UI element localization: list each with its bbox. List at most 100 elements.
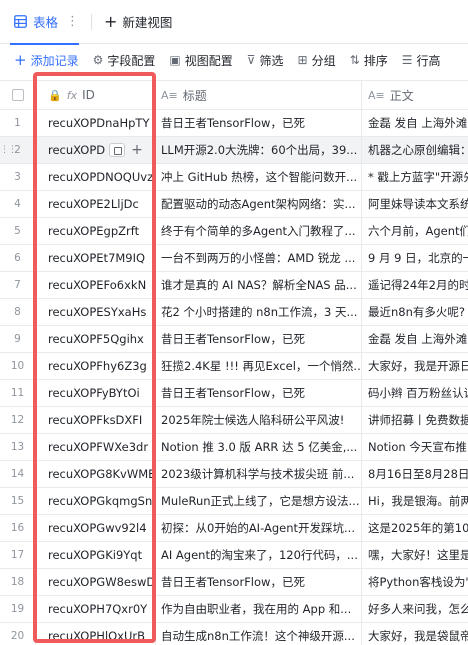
view-config-button[interactable]: ▣ 视图配置 <box>169 52 232 69</box>
row-number[interactable]: 6 <box>0 245 36 271</box>
title-cell[interactable]: 一台不到两万的小怪兽：AMD 锐龙 ... <box>156 245 362 271</box>
id-cell[interactable]: recuXOPGW8eswD <box>36 569 156 595</box>
row-number[interactable]: 17 <box>0 542 36 568</box>
body-cell[interactable]: * 戳上方蓝字"开源先 <box>362 164 468 190</box>
body-cell[interactable]: 遥记得24年2月的时 <box>362 272 468 298</box>
row-number[interactable]: 14 <box>0 461 36 487</box>
column-header-body[interactable]: A≡ 正文 <box>362 81 468 109</box>
title-cell[interactable]: 花2 个小时搭建的 n8n工作流，3 天... <box>156 299 362 325</box>
row-number[interactable]: 10 <box>0 353 36 379</box>
title-cell[interactable]: 自动生成n8n工作流！这个神级开源... <box>156 623 362 645</box>
table-row[interactable]: 5 recuXOPEgpZrft 终于有个简单的多Agent入门教程了... 六个月前… <box>0 218 468 245</box>
table-row[interactable]: 18 recuXOPGW8eswD 昔日王者TensorFlow，已死 将Python… <box>0 569 468 596</box>
title-cell[interactable]: 配置驱动的动态Agent架构网络：实... <box>156 191 362 217</box>
row-number[interactable]: 12 <box>0 407 36 433</box>
add-record-button[interactable]: + 添加记录 <box>14 51 79 69</box>
table-row[interactable]: 11 recuXOPFyBYtOi 昔日王者TensorFlow，已死 码小辫 百万粉… <box>0 380 468 407</box>
row-number[interactable]: 8 <box>0 299 36 325</box>
title-cell[interactable]: 终于有个简单的多Agent入门教程了... <box>156 218 362 244</box>
title-cell[interactable]: 2025年院士候选人陷科研公平风波! <box>156 407 362 433</box>
body-cell[interactable]: 金磊 发自 上海外滩 <box>362 326 468 352</box>
body-cell[interactable]: 阿里妹导读本文系统 <box>362 191 468 217</box>
drag-handle-icon[interactable]: ⋮⋮ <box>0 145 17 155</box>
row-number[interactable]: 4 <box>0 191 36 217</box>
body-cell[interactable]: 8月16日至8月28日 <box>362 461 468 487</box>
new-view-button[interactable]: + 新建视图 <box>98 12 178 31</box>
title-cell[interactable]: 狂揽2.4K星 !!! 再见Excel，一个悄然... <box>156 353 362 379</box>
table-row[interactable]: 6 recuXOPEt7M9IQ 一台不到两万的小怪兽：AMD 锐龙 ... 9 月 … <box>0 245 468 272</box>
row-number[interactable]: 1 <box>0 110 36 136</box>
title-cell[interactable]: 昔日王者TensorFlow，已死 <box>156 569 362 595</box>
table-row[interactable]: 4 recuXOPE2LljDc 配置驱动的动态Agent架构网络：实... 阿里妹导… <box>0 191 468 218</box>
body-cell[interactable]: Notion 今天宣布推出 <box>362 434 468 460</box>
id-cell[interactable]: recuXOPEFo6xkN <box>36 272 156 298</box>
title-cell[interactable]: 初探：从0开始的AI-Agent开发踩坑... <box>156 515 362 541</box>
select-all-checkbox[interactable] <box>11 89 24 101</box>
table-row[interactable]: 16 recuXOPGwv92l4 初探：从0开始的AI-Agent开发踩坑... 这… <box>0 515 468 542</box>
body-cell[interactable]: 将Python客栈设为"星 <box>362 569 468 595</box>
id-cell[interactable]: recuXOPG8KvWME <box>36 461 156 487</box>
id-cell[interactable]: recuXOPD + <box>36 137 156 163</box>
table-row[interactable]: 12 recuXOPFksDXFI 2025年院士候选人陷科研公平风波! 讲师招募丨免… <box>0 407 468 434</box>
id-cell[interactable]: recuXOPHlOxUrB <box>36 623 156 645</box>
filter-button[interactable]: ⊽ 筛选 <box>247 52 284 69</box>
row-number[interactable]: 18 <box>0 569 36 595</box>
title-cell[interactable]: 冲上 GitHub 热榜，这个智能问数开... <box>156 164 362 190</box>
add-row-plus-icon[interactable]: + <box>131 142 143 158</box>
id-cell[interactable]: recuXOPFhy6Z3g <box>36 353 156 379</box>
table-row[interactable]: 17 recuXOPGKi9Yqt AI Agent的淘宝来了，120行代码，...… <box>0 542 468 569</box>
row-number[interactable]: 5 <box>0 218 36 244</box>
table-row[interactable]: 20 recuXOPHlOxUrB 自动生成n8n工作流！这个神级开源... 大家好，… <box>0 623 468 645</box>
title-cell[interactable]: 谁才是真的 AI NAS？解析全NAS 品... <box>156 272 362 298</box>
table-row[interactable]: 8 recuXOPESYxaHs 花2 个小时搭建的 n8n工作流，3 天... 最近… <box>0 299 468 326</box>
sort-button[interactable]: ⇅ 排序 <box>350 52 388 69</box>
body-cell[interactable]: 嘿，大家好！这里是 <box>362 542 468 568</box>
title-cell[interactable]: Notion 推 3.0 版 ARR 达 5 亿美金,... <box>156 434 362 460</box>
id-cell[interactable]: recuXOPGwv92l4 <box>36 515 156 541</box>
title-cell[interactable]: LLM开源2.0大洗牌：60个出局，39... <box>156 137 362 163</box>
body-cell[interactable]: 9 月 9 日，北京的一 <box>362 245 468 271</box>
tab-table-view[interactable]: 表格 ⋮ <box>0 0 89 45</box>
column-header-id[interactable]: 🔒 fx ID <box>36 81 156 109</box>
row-number[interactable]: 15 <box>0 488 36 514</box>
table-row[interactable]: 19 recuXOPH7Qxr0Y 作为自由职业者，我在用的 App 和... 好多人… <box>0 596 468 623</box>
id-cell[interactable]: recuXOPFyBYtOi <box>36 380 156 406</box>
title-cell[interactable]: 昔日王者TensorFlow，已死 <box>156 110 362 136</box>
id-cell[interactable]: recuXOPDNOQUvz <box>36 164 156 190</box>
title-cell[interactable]: 昔日王者TensorFlow，已死 <box>156 380 362 406</box>
select-all-cell[interactable] <box>0 81 36 109</box>
group-button[interactable]: ⊞ 分组 <box>298 52 336 69</box>
table-row[interactable]: 1 recuXOPDnaHpTY 昔日王者TensorFlow，已死 金磊 发自 上海… <box>0 110 468 137</box>
row-number[interactable]: 3 <box>0 164 36 190</box>
table-row[interactable]: ⋮⋮ 2 recuXOPD + LLM开源2.0大洗牌：60个出局，39... 机器之心原… <box>0 137 468 164</box>
field-config-button[interactable]: ⚙ 字段配置 <box>93 52 156 69</box>
row-number[interactable]: 9 <box>0 326 36 352</box>
id-cell[interactable]: recuXOPFWXe3dr <box>36 434 156 460</box>
title-cell[interactable]: 昔日王者TensorFlow，已死 <box>156 326 362 352</box>
id-cell[interactable]: recuXOPESYxaHs <box>36 299 156 325</box>
id-cell[interactable]: recuXOPGKi9Yqt <box>36 542 156 568</box>
row-number[interactable]: 7 <box>0 272 36 298</box>
id-cell[interactable]: recuXOPFksDXFI <box>36 407 156 433</box>
row-height-button[interactable]: ☰ 行高 <box>402 52 441 69</box>
title-cell[interactable]: MuleRun正式上线了，它是想方设法... <box>156 488 362 514</box>
id-cell[interactable]: recuXOPEgpZrft <box>36 218 156 244</box>
body-cell[interactable]: 金磊 发自 上海外滩 <box>362 110 468 136</box>
title-cell[interactable]: 作为自由职业者，我在用的 App 和... <box>156 596 362 622</box>
body-cell[interactable]: 好多人来问我，怎么 <box>362 596 468 622</box>
row-number[interactable]: 20 <box>0 623 36 645</box>
body-cell[interactable]: Hi，我是银海。前两 <box>362 488 468 514</box>
id-cell[interactable]: recuXOPEt7M9IQ <box>36 245 156 271</box>
table-row[interactable]: 14 recuXOPG8KvWME 2023级计算机科学与技术拔尖班 前... 8月1… <box>0 461 468 488</box>
table-row[interactable]: 15 recuXOPGkqmgSn MuleRun正式上线了，它是想方设法... Hi… <box>0 488 468 515</box>
body-cell[interactable]: 大家好，我是开源日 <box>362 353 468 379</box>
title-cell[interactable]: AI Agent的淘宝来了，120行代码，... <box>156 542 362 568</box>
row-number[interactable]: 16 <box>0 515 36 541</box>
column-header-title[interactable]: A≡ 标题 <box>156 81 362 109</box>
row-number[interactable]: 13 <box>0 434 36 460</box>
table-row[interactable]: 9 recuXOPF5Qgihx 昔日王者TensorFlow，已死 金磊 发自 上海… <box>0 326 468 353</box>
table-row[interactable]: 7 recuXOPEFo6xkN 谁才是真的 AI NAS？解析全NAS 品... 遥… <box>0 272 468 299</box>
table-row[interactable]: 3 recuXOPDNOQUvz 冲上 GitHub 热榜，这个智能问数开... * … <box>0 164 468 191</box>
body-cell[interactable]: 这是2025年的第103 <box>362 515 468 541</box>
expand-record-icon[interactable] <box>109 143 126 157</box>
